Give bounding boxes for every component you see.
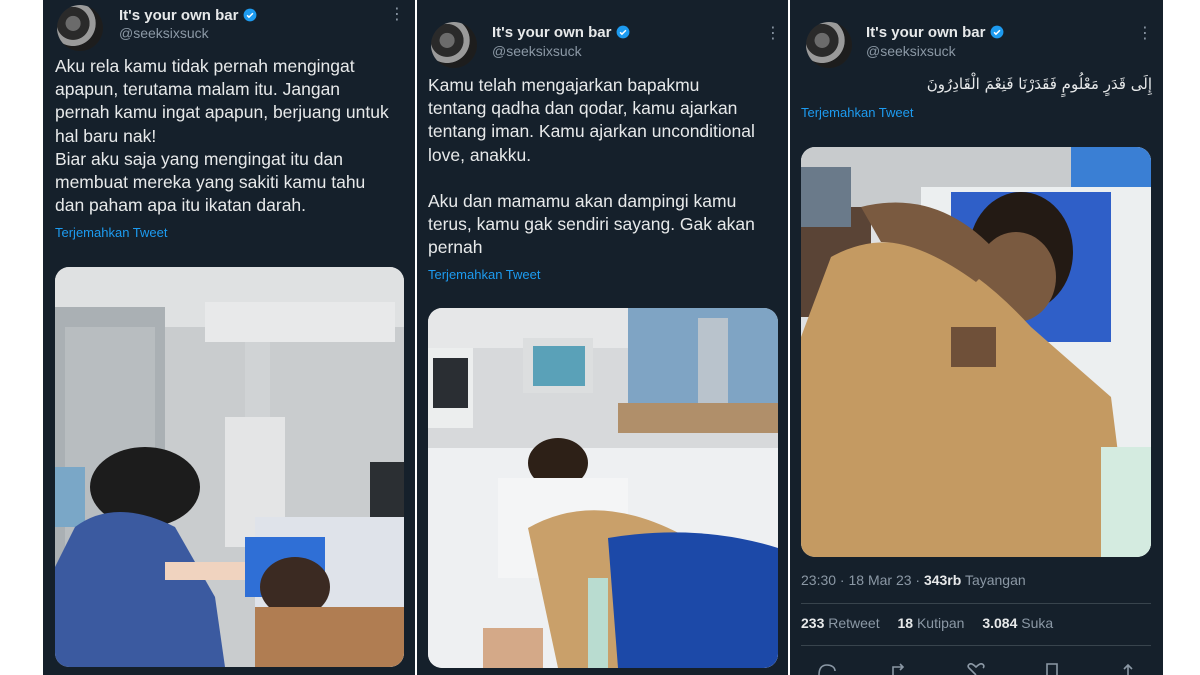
timestamp-link[interactable]: 23:30 · 18 Mar 23 · [801,572,924,588]
tweet-panel-3: It's your own bar @seeksixsuck ⋮ إِلَى ق… [790,0,1163,675]
tweet-photo[interactable] [801,147,1151,557]
tweet-text: Kamu telah mengajarkan bapakmu tentang q… [428,75,755,258]
quotes-stat[interactable]: 18 Kutipan [898,615,965,631]
hospital-room-photo [55,267,404,667]
more-icon[interactable]: ⋮ [765,23,781,43]
tweet-timestamp: 23:30 · 18 Mar 23 · 343rb Tayangan [801,572,1026,588]
likes-stat[interactable]: 3.084 Suka [982,615,1053,631]
tweet-photo[interactable] [428,308,778,668]
user-handle[interactable]: @seeksixsuck [119,25,209,41]
retweet-icon[interactable] [890,663,910,675]
share-icon[interactable] [1118,663,1138,675]
views-label: Tayangan [961,572,1026,588]
translate-tweet-link[interactable]: Terjemahkan Tweet [55,225,168,240]
tweet-text-arabic: إِلَى قَدَرٍ مَعْلُومٍ فَقَدَرْنَا فَنِع… [926,75,1152,93]
views-count: 343rb [923,572,962,588]
patient-sleeping-photo [801,147,1151,557]
translate-tweet-link[interactable]: Terjemahkan Tweet [801,105,914,120]
divider [801,645,1151,646]
user-handle[interactable]: @seeksixsuck [492,43,582,59]
more-icon[interactable]: ⋮ [389,4,405,24]
tweet-photo[interactable] [55,267,404,667]
like-icon[interactable] [966,663,986,675]
hospital-bed-photo [428,308,778,668]
translate-tweet-link[interactable]: Terjemahkan Tweet [428,267,541,282]
tweet-panel-1: It's your own bar @seeksixsuck ⋮ Aku rel… [43,0,415,675]
bookmark-icon[interactable] [1042,663,1062,675]
retweets-stat[interactable]: 233 Retweet [801,615,880,631]
more-icon[interactable]: ⋮ [1137,23,1153,43]
display-name[interactable]: It's your own bar [492,24,630,41]
engagement-stats: 233 Retweet 18 Kutipan 3.084 Suka [801,615,1053,631]
profile-avatar[interactable] [57,5,103,51]
verified-badge-icon [617,25,630,39]
profile-avatar[interactable] [431,22,477,68]
profile-avatar[interactable] [806,22,852,68]
reply-icon[interactable] [817,663,837,675]
user-handle[interactable]: @seeksixsuck [866,43,956,59]
display-name[interactable]: It's your own bar [119,7,257,24]
display-name[interactable]: It's your own bar [866,24,1004,41]
tweet-text: Aku rela kamu tidak pernah mengingat apa… [55,56,389,216]
divider [801,603,1151,604]
tweet-panel-2: It's your own bar @seeksixsuck ⋮ Kamu te… [417,0,788,675]
verified-badge-icon [244,8,257,22]
verified-badge-icon [991,25,1004,39]
